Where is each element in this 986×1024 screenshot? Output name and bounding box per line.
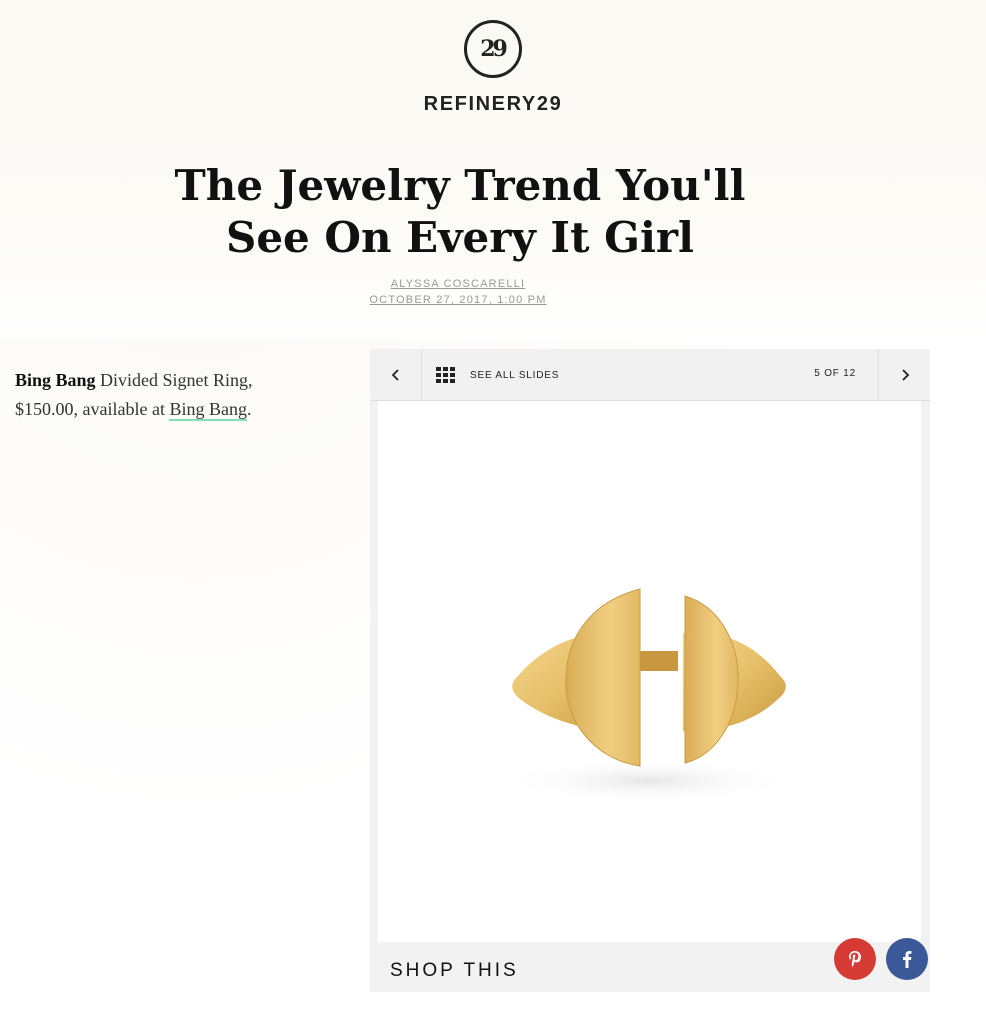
- pinterest-icon: [849, 951, 861, 967]
- svg-text:29: 29: [480, 36, 506, 62]
- pinterest-share-button[interactable]: [834, 938, 876, 980]
- caption-shop-link[interactable]: Bing Bang: [169, 399, 247, 421]
- logo-wordmark[interactable]: REFINERY29: [0, 93, 986, 116]
- slide-image[interactable]: [378, 401, 928, 980]
- chevron-left-icon: [391, 369, 399, 381]
- page: 29 REFINERY29 The Jewelry Trend You'll S…: [0, 0, 986, 1024]
- grid-icon: [436, 367, 455, 383]
- caption-period: .: [246, 399, 252, 419]
- slideshow-nav: SEE ALL SLIDES 5 OF 12: [370, 349, 930, 401]
- article-title: The Jewelry Trend You'll See On Every It…: [174, 161, 746, 262]
- site-logo[interactable]: 29 REFINERY29: [0, 20, 986, 116]
- shop-this-heading: SHOP THIS: [390, 960, 519, 981]
- slide-caption: Bing Bang Divided Signet Ring, $150.00, …: [15, 366, 315, 424]
- publish-date-link[interactable]: OCTOBER 27, 2017, 1:00 PM: [0, 292, 916, 308]
- next-slide-button[interactable]: [878, 349, 930, 401]
- see-all-slides-button[interactable]: SEE ALL SLIDES: [436, 365, 559, 385]
- slideshow: SEE ALL SLIDES 5 OF 12 SHOP THIS: [370, 349, 930, 992]
- slide-counter: 5 OF 12: [814, 368, 856, 379]
- see-all-slides-label: SEE ALL SLIDES: [470, 369, 560, 381]
- previous-slide-button[interactable]: [370, 349, 422, 401]
- facebook-share-button[interactable]: [886, 938, 928, 980]
- chevron-right-icon: [901, 369, 909, 381]
- caption-brand: Bing Bang: [15, 370, 96, 390]
- refinery29-logo-icon[interactable]: 29: [464, 20, 522, 78]
- author-link[interactable]: ALYSSA COSCARELLI: [0, 276, 916, 292]
- byline: ALYSSA COSCARELLI OCTOBER 27, 2017, 1:00…: [0, 276, 916, 308]
- gold-ring-image: [498, 588, 798, 803]
- facebook-icon: [903, 951, 912, 968]
